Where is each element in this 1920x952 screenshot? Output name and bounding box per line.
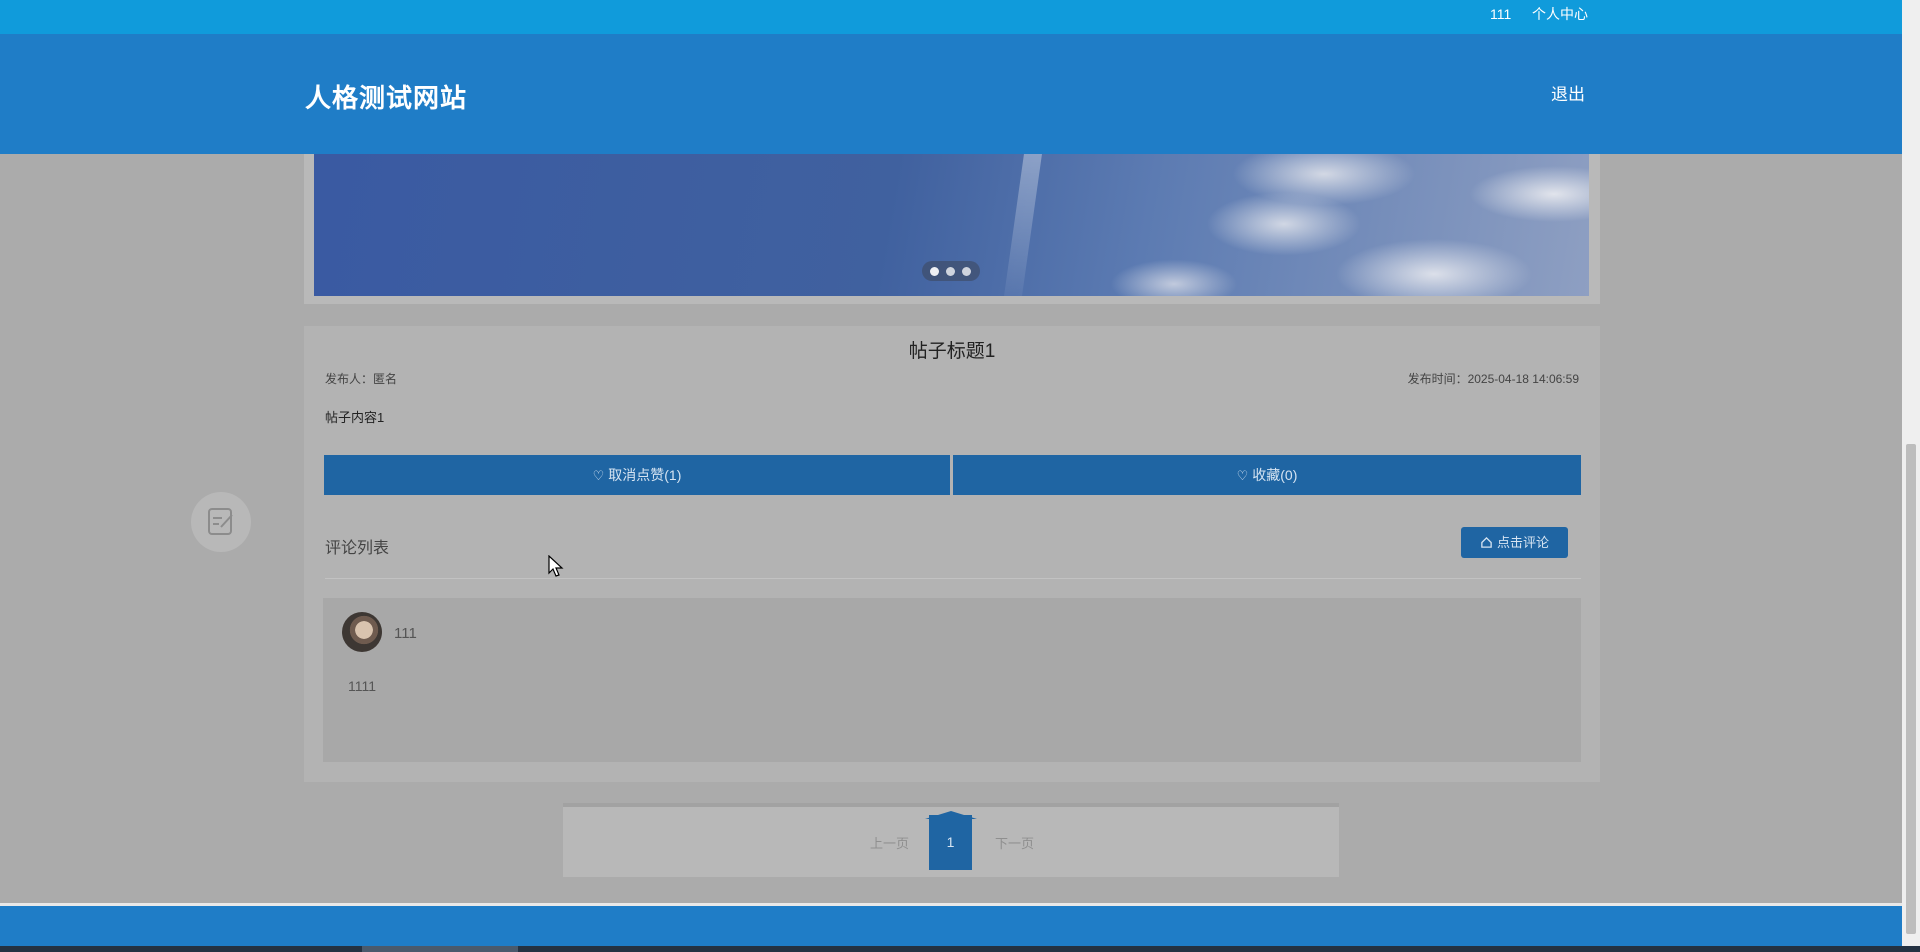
taskbar-active-item[interactable] [362,946,518,952]
site-title[interactable]: 人格测试网站 [305,78,467,115]
post-content: 帖子内容1 [325,410,385,425]
carousel-dot-2[interactable] [946,267,955,276]
add-comment-button[interactable]: 点击评论 [1461,527,1568,558]
unlike-button[interactable]: ♡ 取消点赞(1) [324,455,950,495]
home-icon [1481,536,1492,548]
taskbar [0,946,1920,952]
post-title: 帖子标题1 [908,341,996,362]
comment-item: 111 1111 [323,598,1581,762]
side-edit-button[interactable] [191,492,251,552]
username-link[interactable]: 111 [1490,6,1511,22]
pagination: 上一页 1 下一页 [563,803,1339,877]
comment-username: 111 [394,625,417,642]
carousel-dot-1[interactable] [930,267,939,276]
top-bar: 111 个人中心 [0,0,1902,34]
unlike-button-label: 取消点赞(1) [608,467,682,483]
favorite-button[interactable]: ♡ 收藏(0) [953,455,1581,495]
comments-divider [325,578,1581,579]
site-header: 人格测试网站 退出 [0,34,1902,154]
site-footer [0,906,1902,946]
post-author: 发布人：匿名 [325,372,398,386]
post-detail-card: 帖子标题1 发布人：匿名 发布时间：2025-04-18 14:06:59 帖子… [304,326,1600,782]
comment-text: 1111 [348,678,377,694]
favorite-button-label: 收藏(0) [1252,467,1298,483]
banner-image [1004,154,1042,296]
comments-heading: 评论列表 [325,540,390,557]
carousel-indicators [922,261,980,281]
post-publish-time: 发布时间：2025-04-18 14:06:59 [1407,372,1579,386]
carousel-dot-3[interactable] [962,267,971,276]
banner-carousel[interactable] [314,154,1589,296]
heart-icon: ♡ [592,468,605,483]
prev-page-button[interactable]: 上一页 [870,833,909,852]
logout-link[interactable]: 退出 [1551,80,1585,105]
mouse-cursor-icon [548,555,564,577]
heart-icon: ♡ [1236,468,1249,483]
personal-center-link[interactable]: 个人中心 [1532,6,1588,22]
current-page-button[interactable]: 1 [925,811,977,870]
add-comment-label: 点击评论 [1496,535,1549,550]
edit-note-icon [208,508,233,535]
avatar [342,612,382,652]
scrollbar-thumb[interactable] [1906,444,1916,934]
next-page-button[interactable]: 下一页 [995,833,1034,852]
